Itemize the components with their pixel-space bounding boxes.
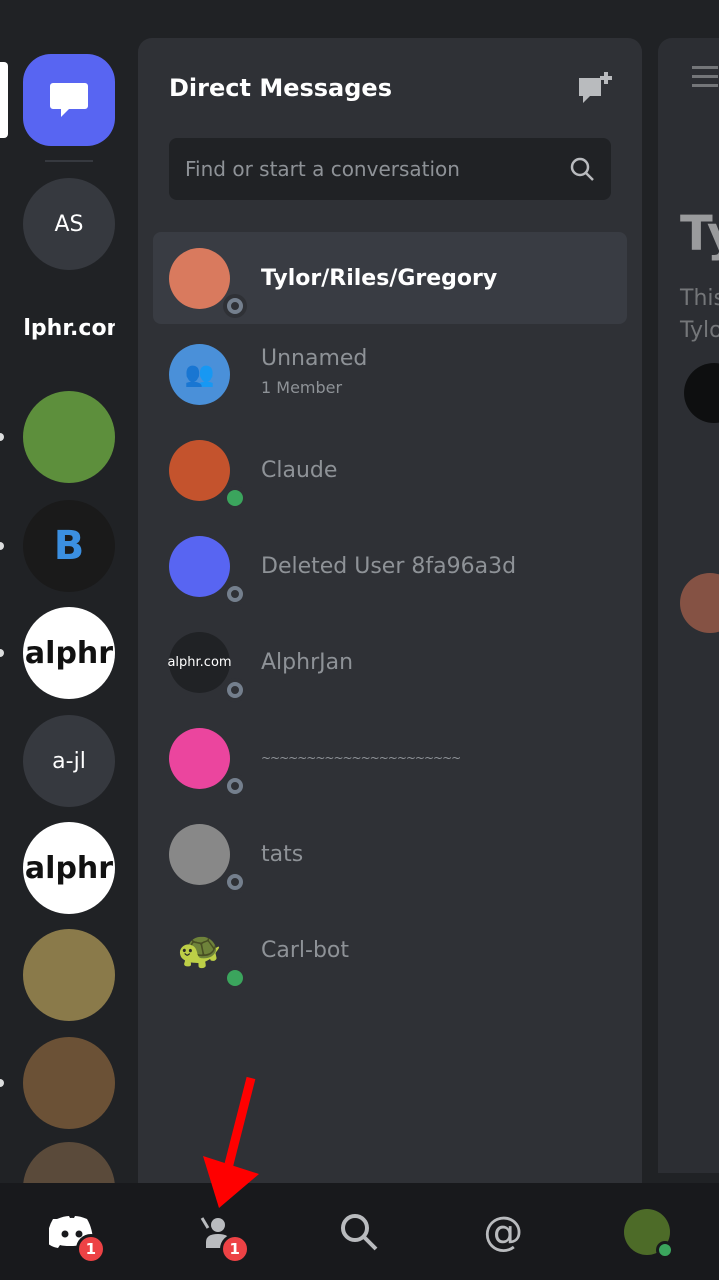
dm-item-carl-bot[interactable]: 🐢 Carl-bot — [153, 904, 627, 996]
server-as[interactable]: AS — [23, 178, 115, 270]
dm-item-tats[interactable]: tats — [153, 808, 627, 900]
page-title: Direct Messages — [169, 74, 392, 102]
discord-avatar-icon — [169, 727, 247, 798]
new-dm-icon[interactable] — [576, 70, 614, 106]
server-dog[interactable] — [23, 929, 115, 1021]
server-alphr-com[interactable]: alphr.com — [23, 282, 115, 374]
server-b[interactable]: B — [23, 500, 115, 592]
bottom-nav: 1 1 @ — [0, 1183, 719, 1280]
search-icon — [341, 1213, 378, 1250]
divider — [45, 160, 93, 162]
avatar — [624, 1208, 675, 1259]
dm-chat-icon — [50, 83, 88, 117]
dm-item-squiggle[interactable]: ~~~~~~~~~~~~~~~~~~~~~~ — [153, 712, 627, 804]
menu-icon[interactable] — [692, 66, 718, 69]
search-icon — [570, 157, 594, 181]
avatar — [169, 439, 247, 510]
at-icon: @ — [483, 1208, 524, 1255]
home-badge: 1 — [75, 1233, 106, 1264]
search-tab[interactable] — [329, 1202, 389, 1262]
dm-item-tylor[interactable]: Tylor/Riles/Gregory — [153, 232, 627, 324]
friends-badge: 1 — [219, 1233, 250, 1264]
turtle-avatar-icon: 🐢 — [169, 920, 247, 990]
avatar — [169, 823, 247, 894]
server-alphr[interactable]: alphr — [23, 607, 115, 699]
red-arrow-annotation — [203, 1076, 259, 1208]
chat-panel-peek[interactable]: Ty This Tylo — [658, 38, 719, 1173]
discord-avatar-icon — [169, 535, 247, 606]
dm-item-unnamed[interactable]: 👥 Unnamed 1 Member — [153, 328, 627, 420]
profile-tab[interactable] — [617, 1202, 677, 1262]
dm-panel: Direct Messages Find or start a conversa… — [138, 38, 642, 1183]
mentions-tab[interactable]: @ — [473, 1202, 533, 1262]
dm-item-claude[interactable]: Claude — [153, 424, 627, 516]
avatar: alphr.com — [167, 631, 247, 702]
direct-messages-button[interactable] — [23, 54, 115, 146]
server-minecraft[interactable] — [23, 1037, 115, 1129]
dm-item-deleted-user[interactable]: Deleted User 8fa96a3d — [153, 520, 627, 612]
dm-item-alphrjan[interactable]: alphr.com AlphrJan — [153, 616, 627, 708]
avatar — [169, 247, 247, 318]
home-tab[interactable]: 1 — [42, 1202, 106, 1264]
group-icon: 👥 — [169, 343, 230, 405]
server-a-jl[interactable]: a-jl — [23, 715, 115, 807]
server-alphr-2[interactable]: alphr — [23, 822, 115, 914]
selected-indicator — [0, 62, 8, 138]
server-rail: AS alphr.com B alphr a-jl alphr — [0, 0, 138, 1234]
server-pepe[interactable] — [23, 391, 115, 483]
search-input[interactable]: Find or start a conversation — [169, 138, 611, 200]
